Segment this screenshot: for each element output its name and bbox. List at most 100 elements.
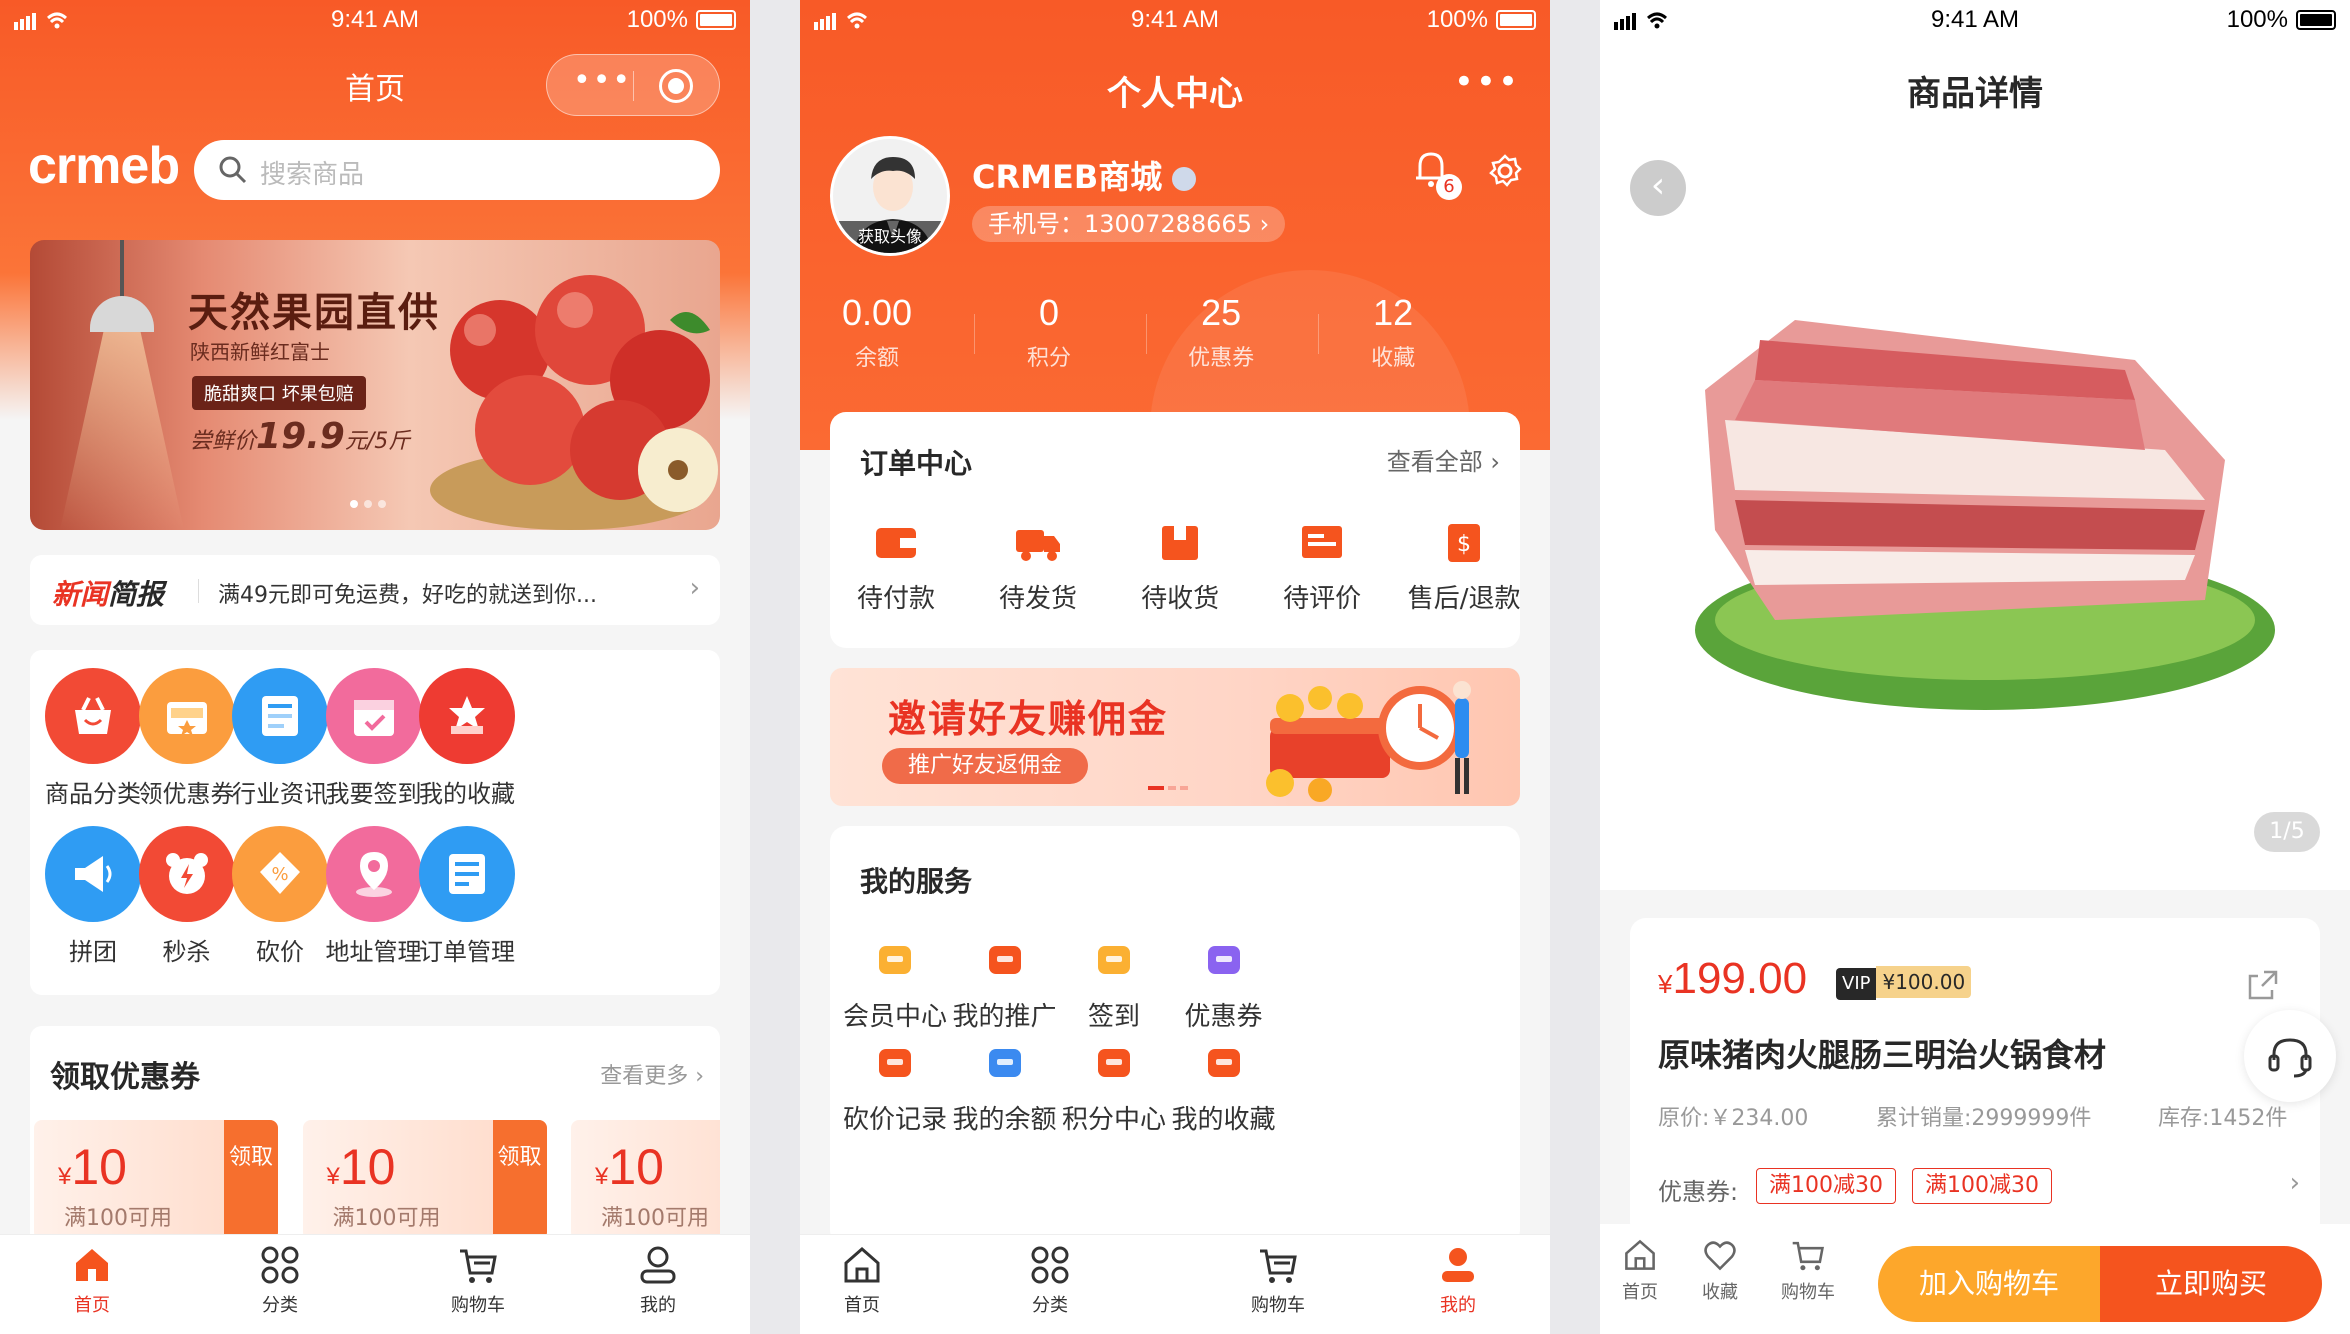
coupon-amount: ¥10 (327, 1138, 396, 1196)
bar-label: 收藏 (1702, 1282, 1738, 1303)
claim-coupon-button[interactable]: 领取 (492, 1120, 547, 1240)
bar-favorite-button[interactable]: 收藏 (1680, 1238, 1760, 1304)
banner-subline: 陕西新鲜红富士 (190, 340, 330, 364)
add-to-cart-button[interactable]: 加入购物车 (1878, 1246, 2100, 1322)
chevron-right-icon[interactable]: › (690, 573, 700, 603)
coupon-tag[interactable]: 满100减30 (1912, 1168, 2052, 1204)
order-status-item[interactable]: 待评价 (1252, 518, 1392, 615)
mini-program-capsule[interactable]: ••• (546, 54, 720, 116)
apples-image (430, 275, 718, 530)
tab-me[interactable]: 我的 (598, 1245, 718, 1317)
close-target-icon[interactable] (659, 69, 693, 103)
coupon-tag[interactable]: 满100减30 (1756, 1168, 1896, 1204)
stat-label: 优惠券 (1188, 346, 1255, 371)
stat-item[interactable]: 0.00 余额 (802, 292, 952, 372)
coupon-card[interactable]: ¥10满100可用领取 (34, 1120, 278, 1240)
star-box-icon (419, 668, 515, 764)
more-icon[interactable]: ••• (573, 66, 632, 96)
home-screen: 9:41 AM 100% 首页 ••• crmeb 搜索商品 天然果园直供 陕西… (0, 0, 750, 1334)
vip-label: VIP (1836, 968, 1877, 1000)
coupon-amount: ¥10 (595, 1138, 664, 1196)
coupon-card[interactable]: ¥10满100可用领取 (302, 1120, 547, 1240)
product-price: ¥199.00 (1658, 954, 1807, 1004)
invite-banner[interactable]: 邀请好友赚佣金 推广好友返佣金 (830, 668, 1520, 806)
stat-divider (974, 314, 976, 354)
service-item[interactable]: 我的收藏 (1149, 1041, 1299, 1136)
view-all-orders-link[interactable]: 查看全部 › (1387, 442, 1500, 477)
verified-icon (1172, 167, 1197, 191)
phone-badge[interactable]: 手机号：13007288665 › (972, 206, 1286, 242)
battery-percent: 100% (626, 6, 688, 33)
tab-label: 分类 (262, 1295, 298, 1316)
share-icon[interactable] (2246, 968, 2280, 1002)
search-input[interactable]: 搜索商品 (194, 140, 720, 200)
stat-label: 收藏 (1371, 346, 1416, 371)
home-icon (76, 1249, 108, 1281)
bar-label: 首页 (1622, 1282, 1658, 1303)
menu-item-label: 我的收藏 (419, 780, 515, 808)
avatar[interactable]: 获取头像 (830, 136, 950, 256)
order-status-item[interactable]: 待发货 (968, 518, 1108, 615)
heart-icon (1704, 1241, 1736, 1271)
back-button[interactable]: ‹ (1630, 160, 1686, 216)
tab-category[interactable]: 分类 (990, 1245, 1110, 1317)
notification-badge: 6 (1436, 174, 1462, 200)
order-status-item[interactable]: 待收货 (1110, 518, 1250, 615)
grid-icon (1031, 1246, 1069, 1284)
tab-cart[interactable]: 购物车 (418, 1245, 538, 1317)
service-item[interactable]: 优惠券 (1149, 938, 1299, 1033)
coupon-more-link[interactable]: 查看更多 › (600, 1058, 704, 1090)
order-status-item[interactable]: $ 售后/退款 (1394, 518, 1534, 615)
balance-icon (988, 1049, 1021, 1077)
cart-icon (1260, 1249, 1297, 1283)
tab-label: 首页 (844, 1295, 880, 1316)
news-tag: 新闻简报 (52, 573, 164, 613)
tab-home[interactable]: 首页 (802, 1245, 922, 1317)
invite-button[interactable]: 推广好友返佣金 (882, 748, 1089, 784)
promo-banner[interactable]: 天然果园直供 陕西新鲜红富士 脆甜爽口 坏果包赔 尝鲜价19.9元/5斤 (30, 240, 720, 530)
news-ticker[interactable]: 新闻简报 满49元即可免运费，好吃的就送到你... › (30, 555, 720, 625)
my-services-title: 我的服务 (860, 865, 973, 898)
settings-button[interactable] (1488, 154, 1522, 192)
menu-item[interactable]: 订单管理 (397, 826, 537, 967)
customer-service-button[interactable] (2244, 1010, 2336, 1102)
tab-category[interactable]: 分类 (220, 1245, 340, 1317)
tab-me[interactable]: 我的 (1398, 1245, 1518, 1317)
buy-now-button[interactable]: 立即购买 (2100, 1246, 2322, 1322)
status-bar: 9:41 AM 100% (800, 0, 1550, 40)
service-label: 优惠券 (1184, 1002, 1263, 1032)
invite-indicator (1148, 775, 1192, 794)
grid-icon (261, 1246, 299, 1284)
coupon-amount: ¥10 (58, 1138, 127, 1196)
stat-item[interactable]: 12 收藏 (1318, 292, 1468, 372)
service-label: 我的收藏 (1171, 1105, 1276, 1135)
invite-title: 邀请好友赚佣金 (888, 697, 1169, 741)
home-icon (844, 1247, 880, 1283)
search-placeholder: 搜索商品 (260, 160, 365, 190)
tab-home[interactable]: 首页 (32, 1245, 152, 1317)
stat-label: 余额 (854, 346, 899, 371)
stat-value: 0 (1039, 292, 1060, 333)
tab-label: 我的 (640, 1295, 676, 1316)
view-all-label: 查看全部 (1386, 448, 1483, 476)
bar-cart-button[interactable]: 购物车 (1768, 1238, 1848, 1304)
gift-box-illustration (1266, 681, 1471, 802)
favorite-icon (1207, 1049, 1240, 1077)
coupon-card[interactable]: ¥10满100可用领取 (571, 1120, 720, 1240)
product-gallery[interactable]: ‹ 1/5 (1600, 130, 2350, 890)
phone-text: 手机号：13007288665 (988, 210, 1252, 238)
chevron-right-icon[interactable]: › (2290, 1168, 2300, 1198)
more-icon[interactable]: ••• (1454, 62, 1520, 102)
claim-coupon-button[interactable]: 领取 (224, 1120, 278, 1240)
order-center-title: 订单中心 (860, 447, 973, 480)
coupon-label: 优惠券: (1658, 1178, 1739, 1206)
order-status-item[interactable]: 待付款 (826, 518, 966, 615)
points-icon (1098, 1049, 1130, 1077)
svg-text:$: $ (1457, 532, 1471, 557)
stat-item[interactable]: 0 积分 (974, 292, 1124, 372)
stat-item[interactable]: 25 优惠券 (1146, 292, 1296, 372)
bar-home-button[interactable]: 首页 (1600, 1238, 1680, 1304)
tab-cart[interactable]: 购物车 (1218, 1245, 1338, 1317)
menu-item[interactable]: 我的收藏 (397, 668, 537, 809)
notification-button[interactable]: 6 (1414, 150, 1462, 200)
